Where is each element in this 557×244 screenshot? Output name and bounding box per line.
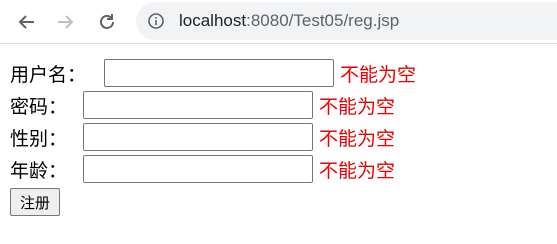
- gender-input[interactable]: [83, 123, 314, 151]
- url-host: localhost: [179, 11, 247, 30]
- arrow-left-icon: [18, 15, 34, 29]
- gender-row: 性别： 不能为空: [10, 121, 395, 153]
- age-input[interactable]: [83, 155, 314, 183]
- browser-toolbar: localhost:8080/Test05/reg.jsp: [0, 0, 557, 44]
- page-content: 用户名： 不能为空 密码： 不能为空 性别： 不能为空 年龄： 不能为空 注册: [0, 45, 557, 244]
- reload-button[interactable]: [94, 9, 120, 35]
- gender-error: 不能为空: [319, 127, 396, 150]
- reload-icon: [100, 14, 114, 29]
- info-icon[interactable]: [148, 13, 164, 29]
- gender-label: 性别：: [10, 127, 68, 150]
- age-row: 年龄： 不能为空: [10, 153, 395, 185]
- password-input[interactable]: [83, 91, 314, 119]
- password-label: 密码：: [10, 95, 68, 118]
- forward-button[interactable]: [52, 9, 78, 35]
- arrow-right-icon: [58, 15, 74, 29]
- url-path: :8080/Test05/reg.jsp: [246, 11, 400, 30]
- address-bar[interactable]: localhost:8080/Test05/reg.jsp: [136, 2, 557, 40]
- password-row: 密码： 不能为空: [10, 89, 395, 121]
- password-error: 不能为空: [319, 95, 396, 118]
- username-input[interactable]: [104, 59, 335, 87]
- register-button[interactable]: 注册: [10, 188, 61, 216]
- age-label: 年龄：: [10, 159, 68, 182]
- url-text[interactable]: localhost:8080/Test05/reg.jsp: [179, 11, 399, 31]
- username-error: 不能为空: [340, 63, 417, 86]
- age-error: 不能为空: [319, 159, 396, 182]
- back-button[interactable]: [14, 9, 40, 35]
- username-label: 用户名：: [10, 63, 87, 86]
- username-row: 用户名： 不能为空: [10, 57, 416, 89]
